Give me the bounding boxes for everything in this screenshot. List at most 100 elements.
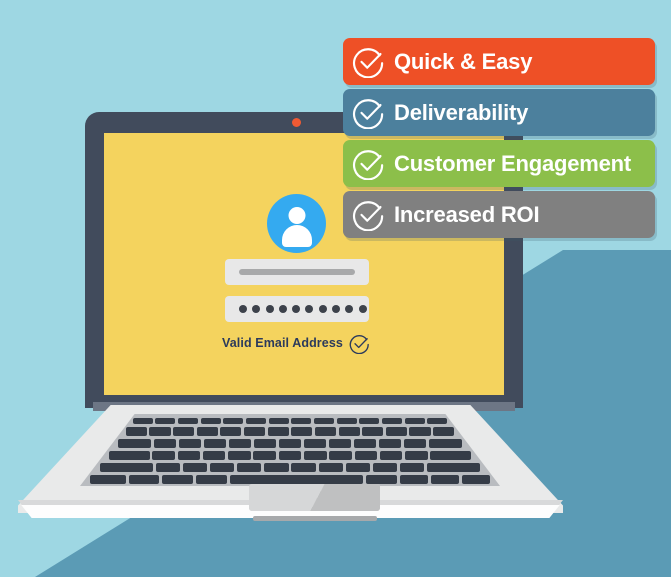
keyboard-key[interactable] — [430, 451, 471, 460]
valid-email-status: Valid Email Address — [222, 333, 378, 354]
keyboard-key[interactable] — [203, 439, 227, 448]
laptop-keyboard[interactable] — [80, 414, 500, 486]
keyboard-key[interactable] — [409, 427, 431, 436]
keyboard-key[interactable] — [378, 439, 402, 448]
keyboard-key[interactable] — [202, 451, 226, 460]
laptop-trackpad[interactable] — [249, 484, 380, 511]
keyboard-key[interactable] — [149, 427, 171, 436]
keyboard-key[interactable] — [328, 439, 352, 448]
keyboard-key[interactable] — [210, 463, 235, 472]
keyboard-key[interactable] — [267, 427, 289, 436]
laptop-base — [18, 405, 563, 521]
keyboard-key[interactable] — [336, 418, 357, 424]
check-circle-icon — [353, 150, 384, 180]
keyboard-key[interactable] — [399, 475, 428, 484]
keyboard-key[interactable] — [405, 451, 428, 460]
keyboard-key[interactable] — [237, 463, 262, 472]
password-dot — [345, 305, 354, 313]
keyboard-key[interactable] — [461, 475, 491, 484]
check-circle-icon — [349, 334, 369, 354]
keyboard-key[interactable] — [291, 418, 312, 424]
keyboard-key[interactable] — [403, 439, 427, 448]
keyboard-key[interactable] — [430, 475, 459, 484]
keyboard-key[interactable] — [381, 418, 403, 424]
password-dot — [278, 305, 287, 313]
keyboard-key[interactable] — [399, 463, 425, 472]
keyboard-key[interactable] — [182, 463, 208, 472]
keyboard-key[interactable] — [338, 427, 360, 436]
keyboard-key[interactable] — [162, 475, 194, 484]
keyboard-key[interactable] — [268, 418, 289, 424]
keyboard-key[interactable] — [428, 439, 463, 448]
keyboard-key[interactable] — [291, 463, 316, 472]
keyboard-key[interactable] — [318, 463, 343, 472]
keyboard-key[interactable] — [196, 427, 218, 436]
benefit-banner-customer-engagement[interactable]: Customer Engagement — [343, 140, 655, 187]
keyboard-key[interactable] — [223, 418, 244, 424]
username-field[interactable] — [225, 259, 369, 285]
benefit-banner-deliverability[interactable]: Deliverability — [343, 89, 655, 136]
keyboard-key[interactable] — [128, 475, 160, 484]
keyboard-key[interactable] — [153, 439, 177, 448]
password-dot — [358, 305, 367, 313]
keyboard-key[interactable] — [253, 439, 277, 448]
password-dot — [332, 305, 341, 313]
keyboard-key[interactable] — [291, 427, 313, 436]
keyboard-key[interactable] — [108, 451, 150, 460]
keyboard-key[interactable] — [278, 451, 302, 460]
keyboard-key[interactable] — [303, 451, 327, 460]
keyboard-key[interactable] — [427, 463, 481, 472]
keyboard-key[interactable] — [404, 418, 425, 424]
keyboard-key[interactable] — [173, 427, 195, 436]
keyboard-key[interactable] — [329, 451, 352, 460]
keyboard-key[interactable] — [243, 427, 266, 436]
keyboard-key[interactable] — [89, 475, 126, 484]
keyboard-key[interactable] — [245, 418, 267, 424]
avatar-head — [288, 207, 305, 224]
keyboard-key[interactable] — [200, 418, 221, 424]
keyboard-key[interactable] — [354, 451, 378, 460]
keyboard-key[interactable] — [155, 418, 176, 424]
keyboard-key[interactable] — [178, 439, 202, 448]
keyboard-key[interactable] — [152, 451, 175, 460]
benefit-banner-increased-roi[interactable]: Increased ROI — [343, 191, 655, 238]
benefit-label: Customer Engagement — [394, 150, 632, 176]
keyboard-key[interactable] — [303, 439, 327, 448]
keyboard-key[interactable] — [253, 451, 276, 460]
keyboard-key[interactable] — [345, 463, 370, 472]
keyboard-key[interactable] — [155, 463, 181, 472]
keyboard-key[interactable] — [314, 427, 337, 436]
keyboard-key[interactable] — [99, 463, 153, 472]
keyboard-key[interactable] — [372, 463, 398, 472]
keyboard-key[interactable] — [385, 427, 407, 436]
password-dot — [252, 305, 261, 313]
keyboard-key[interactable] — [220, 427, 242, 436]
keyboard-key[interactable] — [125, 427, 147, 436]
keyboard-key[interactable] — [196, 475, 227, 484]
benefit-label: Increased ROI — [394, 201, 540, 227]
keyboard-key[interactable] — [359, 418, 380, 424]
keyboard-key[interactable] — [427, 418, 448, 424]
keyboard-key[interactable] — [353, 439, 377, 448]
keyboard-key[interactable] — [278, 439, 302, 448]
keyboard-key[interactable] — [362, 427, 384, 436]
password-field[interactable] — [225, 296, 369, 322]
keyboard-key[interactable] — [264, 463, 289, 472]
keyboard-key[interactable] — [117, 439, 152, 448]
benefit-banner-quick-easy[interactable]: Quick & Easy — [343, 38, 655, 85]
keyboard-key[interactable] — [177, 418, 199, 424]
keyboard-key[interactable] — [313, 418, 335, 424]
keyboard-key[interactable] — [433, 427, 455, 436]
keyboard-key[interactable] — [228, 451, 251, 460]
banner-shadow — [555, 215, 671, 475]
keyboard-key[interactable] — [365, 475, 397, 484]
user-avatar-icon — [267, 194, 326, 253]
keyboard-key[interactable] — [132, 418, 153, 424]
keyboard-key[interactable] — [379, 451, 403, 460]
keyboard-key[interactable] — [228, 439, 252, 448]
password-dot — [305, 305, 314, 313]
keyboard-key[interactable] — [229, 475, 363, 484]
password-dot — [318, 305, 327, 313]
keyboard-key[interactable] — [177, 451, 201, 460]
benefit-label: Deliverability — [394, 99, 529, 125]
